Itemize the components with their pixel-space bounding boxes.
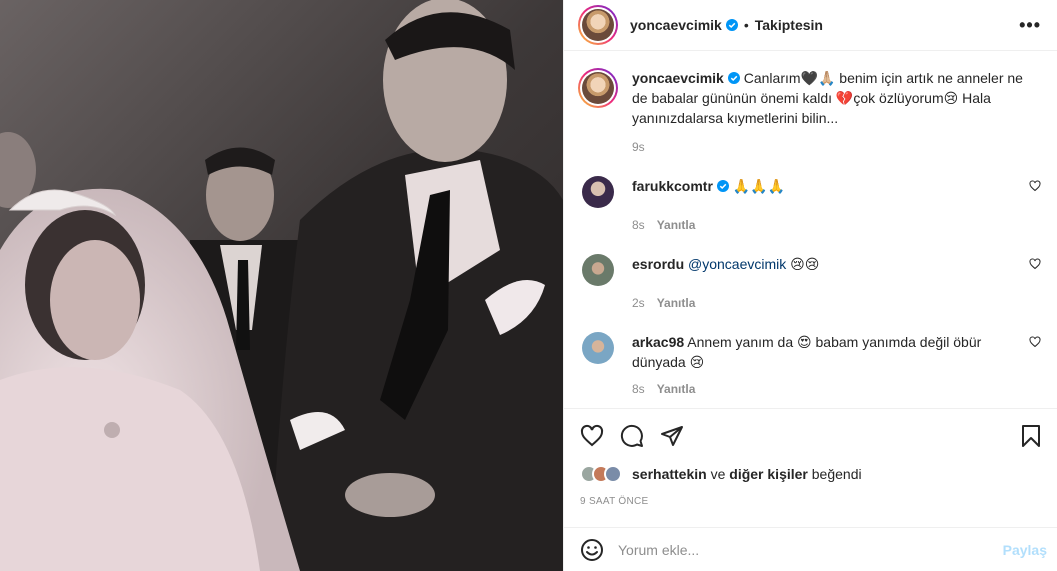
comment-meta: 8s Yanıtla (632, 382, 1041, 396)
comment-mention-link[interactable]: @yoncaevcimik (688, 256, 786, 272)
caption-avatar[interactable] (578, 68, 618, 108)
action-bar (564, 408, 1057, 462)
bookmark-icon[interactable] (1019, 424, 1043, 448)
caption-text-block: yoncaevcimik Canlarım🖤🙏🏼 benim için artı… (632, 68, 1032, 128)
comment-text-block: arkac98 Annem yanım da 😍 babam yanımda d… (632, 332, 1012, 372)
verified-icon (725, 19, 738, 31)
comment-meta: 2s Yanıtla (632, 296, 1041, 310)
comment-age[interactable]: 8s (632, 382, 645, 396)
verified-icon (727, 72, 740, 84)
liker-avatars[interactable] (580, 465, 622, 483)
comment-username[interactable]: farukkcomtr (632, 178, 713, 194)
comment-meta: 8s Yanıtla (632, 218, 1041, 232)
other-likers-link[interactable]: diğer kişiler (729, 466, 808, 482)
like-comment-heart-icon[interactable] (1029, 258, 1041, 270)
more-options-icon[interactable]: ••• (1019, 15, 1041, 36)
likes-suffix: beğendi (807, 466, 862, 482)
reply-button[interactable]: Yanıtla (657, 218, 696, 232)
likes-connector: ve (706, 466, 730, 482)
comment-item: arkac98 Annem yanım da 😍 babam yanımda d… (578, 332, 1041, 372)
likes-summary: serhattekin ve diğer kişiler beğendi (580, 462, 1041, 486)
caption: yoncaevcimik Canlarım🖤🙏🏼 benim için artı… (578, 68, 1041, 128)
reply-button[interactable]: Yanıtla (657, 296, 696, 310)
commenter-avatar[interactable] (582, 254, 614, 286)
share-icon[interactable] (660, 424, 684, 448)
comment-text: 🙏🙏🙏 (728, 178, 786, 194)
comments-section: yoncaevcimik Canlarım🖤🙏🏼 benim için artı… (564, 52, 1057, 408)
caption-age[interactable]: 9s (632, 140, 645, 154)
wedding-photo-image (0, 0, 563, 571)
follow-status-button[interactable]: Takiptesin (755, 17, 823, 33)
post-timestamp[interactable]: 9 SAAT ÖNCE (580, 496, 649, 507)
comment-username[interactable]: arkac98 (632, 334, 684, 350)
author-avatar[interactable] (578, 5, 618, 45)
like-comment-heart-icon[interactable] (1029, 336, 1041, 348)
commenter-avatar[interactable] (582, 176, 614, 208)
caption-username[interactable]: yoncaevcimik (632, 70, 724, 86)
comment-text-block: esrordu @yoncaevcimik 😢😢 (632, 254, 1012, 286)
heart-icon[interactable] (580, 424, 604, 448)
comment-text-block: farukkcomtr 🙏🙏🙏 (632, 176, 1012, 208)
post-header: yoncaevcimik • Takiptesin ••• (564, 0, 1057, 51)
liker-username[interactable]: serhattekin (632, 466, 707, 482)
liker-avatar (604, 465, 622, 483)
comment-age[interactable]: 8s (632, 218, 645, 232)
add-comment-bar: Paylaş (564, 527, 1057, 571)
comment-text: Annem yanım da 😍 babam yanımda değil öbü… (632, 334, 982, 370)
verified-icon (716, 180, 729, 192)
caption-meta: 9s (632, 140, 1041, 154)
emoji-icon[interactable] (580, 538, 604, 562)
comment-age[interactable]: 2s (632, 296, 645, 310)
commenter-avatar[interactable] (582, 332, 614, 364)
comment-input[interactable] (618, 541, 1003, 558)
post-photo[interactable] (0, 0, 563, 571)
post-comment-button[interactable]: Paylaş (1003, 542, 1047, 558)
like-comment-heart-icon[interactable] (1029, 180, 1041, 192)
reply-button[interactable]: Yanıtla (657, 382, 696, 396)
comment-icon[interactable] (620, 424, 644, 448)
post-side-panel: yoncaevcimik • Takiptesin ••• yoncaevcim… (563, 0, 1057, 571)
comment-item: farukkcomtr 🙏🙏🙏 (578, 176, 1041, 208)
author-username[interactable]: yoncaevcimik (630, 17, 722, 33)
separator-dot: • (743, 17, 749, 33)
comment-username[interactable]: esrordu (632, 256, 684, 272)
comment-item: esrordu @yoncaevcimik 😢😢 (578, 254, 1041, 286)
post-modal: yoncaevcimik • Takiptesin ••• yoncaevcim… (0, 0, 1057, 571)
comment-text: 😢😢 (786, 256, 820, 272)
